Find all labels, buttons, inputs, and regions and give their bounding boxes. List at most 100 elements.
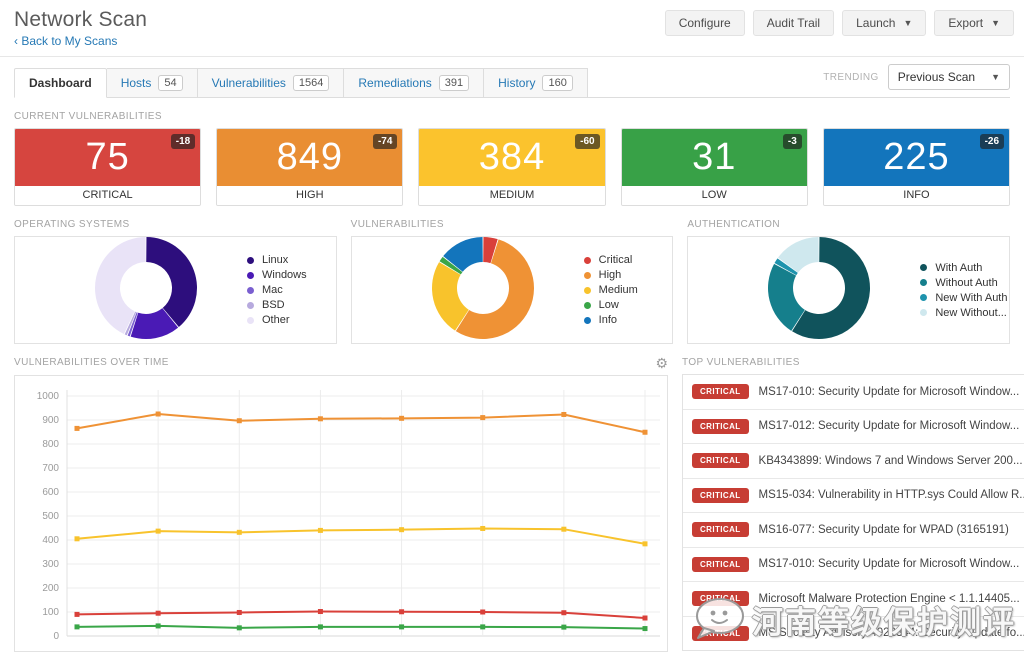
severity-card-delta-badge: -60 <box>575 134 600 149</box>
severity-card-top: 225 -26 <box>823 129 1010 186</box>
vulnerabilities-donut-chart <box>431 236 534 339</box>
configure-button[interactable]: Configure <box>664 10 745 36</box>
severity-card-critical[interactable]: 75 -18 CRITICAL <box>14 128 202 206</box>
legend-item-mac: Mac <box>247 283 307 298</box>
legend-label: Info <box>598 314 618 326</box>
top-vulnerability-row[interactable]: CRITICAL MS17-010: Security Update for Mi… <box>683 375 1024 410</box>
chevron-down-icon: ▼ <box>903 18 913 28</box>
legend-item-linux: Linux <box>247 253 307 268</box>
launch-button[interactable]: Launch ▼ <box>842 10 927 36</box>
svg-text:1000: 1000 <box>37 391 60 402</box>
severity-card-medium[interactable]: 384 -60 MEDIUM <box>418 128 606 206</box>
vulnerabilities-panel: Critical High Medium Low Info <box>350 236 674 344</box>
top-vulnerability-row[interactable]: CRITICAL MS Security Advisory 4022344: Se… <box>683 617 1024 651</box>
svg-text:500: 500 <box>42 511 59 522</box>
legend-item-new-with-auth: New With Auth <box>920 290 1007 305</box>
operating-systems-title: OPERATING SYSTEMS <box>14 219 130 230</box>
severity-card-delta-badge: -3 <box>782 134 802 149</box>
severity-badge: CRITICAL <box>692 522 749 538</box>
tab-vulnerabilities[interactable]: Vulnerabilities 1564 <box>197 68 345 98</box>
severity-cards: 75 -18 CRITICAL 849 -74 HIGH 384 -60 MEDIUM 31 -3 L… <box>14 128 1011 206</box>
tab-dashboard[interactable]: Dashboard <box>14 68 107 98</box>
with-auth-dot-icon <box>920 264 928 271</box>
legend-label: Without Auth <box>935 276 998 289</box>
severity-card-label: HIGH <box>217 186 403 205</box>
authentication-panel: With Auth Without Auth New With Auth New Wi… <box>687 236 1011 344</box>
gear-icon[interactable]: ⚙ <box>655 356 668 370</box>
vulnerability-title: MS16-077: Security Update for WPAD (3165… <box>758 523 1009 536</box>
top-vulnerability-row[interactable]: CRITICAL MS16-077: Security Update for WP… <box>683 513 1024 548</box>
severity-card-label: CRITICAL <box>15 186 201 205</box>
vulnerability-title: MS17-010: Security Update for Microsoft … <box>758 558 1020 571</box>
tab-bar: Dashboard Hosts 54 Vulnerabilities 1564 Remed… <box>14 64 1010 98</box>
top-vulnerabilities-list: CRITICAL MS17-010: Security Update for Mi… <box>682 374 1024 651</box>
legend-label: Linux <box>262 254 289 266</box>
legend-item-low: Low <box>583 298 638 313</box>
launch-button-label: Launch <box>856 16 896 30</box>
audit-trail-button-label: Audit Trail <box>766 16 821 30</box>
legend-item-windows: Windows <box>247 268 307 283</box>
tab-label: Hosts <box>120 76 152 90</box>
legend-item-medium: Medium <box>583 283 638 298</box>
vulnerability-title: MS17-010: Security Update for Microsoft … <box>758 385 1020 398</box>
tab-count-badge: 54 <box>158 75 183 91</box>
top-vulnerability-row[interactable]: CRITICAL MS17-012: Security Update for Mi… <box>683 410 1024 444</box>
tab-label: Dashboard <box>29 76 92 90</box>
severity-card-top: 384 -60 <box>419 129 605 186</box>
audit-trail-button[interactable]: Audit Trail <box>752 10 835 36</box>
legend-label: High <box>598 269 622 281</box>
severity-badge: CRITICAL <box>692 625 749 641</box>
severity-card-low[interactable]: 31 -3 LOW <box>620 128 808 206</box>
vulnerability-title: MS Security Advisory 4022344: Security U… <box>758 627 1024 640</box>
severity-card-high[interactable]: 849 -74 HIGH <box>216 128 404 206</box>
svg-text:300: 300 <box>42 559 59 570</box>
legend-item-without-auth: Without Auth <box>920 275 1007 290</box>
tab-label: History <box>498 76 536 90</box>
tab-count-badge: 1564 <box>292 75 330 91</box>
medium-dot-icon <box>583 286 591 294</box>
svg-text:600: 600 <box>42 487 59 498</box>
legend-item-info: Info <box>583 313 638 328</box>
back-to-my-scans-link[interactable]: ‹ Back to My Scans <box>14 34 117 48</box>
tab-count-badge: 160 <box>542 75 573 91</box>
windows-dot-icon <box>247 271 254 279</box>
tab-hosts[interactable]: Hosts 54 <box>106 68 198 98</box>
top-vulnerability-row[interactable]: CRITICAL Microsoft Malware Protection Eng… <box>683 582 1024 617</box>
tab-label: Remediations <box>358 76 432 90</box>
page-header: Network Scan ‹ Back to My Scans Configur… <box>0 0 1024 57</box>
vulnerabilities-over-time-panel: 0 100 200 300 400 500 600 700 800 900 1000 <box>14 375 668 652</box>
top-vulnerabilities-title: TOP VULNERABILITIES <box>682 357 800 368</box>
severity-card-delta-badge: -18 <box>170 134 196 149</box>
vulnerability-title: MS15-034: Vulnerability in HTTP.sys Coul… <box>758 489 1024 502</box>
tab-history[interactable]: History 160 <box>484 68 588 98</box>
new-without-dot-icon <box>920 309 928 316</box>
authentication-donut-chart <box>768 236 871 339</box>
severity-badge: CRITICAL <box>692 418 749 434</box>
operating-systems-legend: Linux Windows Mac BSD Other <box>247 253 307 328</box>
legend-label: With Auth <box>935 261 983 274</box>
top-vulnerability-row[interactable]: CRITICAL MS15-034: Vulnerability in HTTP.… <box>683 479 1024 513</box>
export-button[interactable]: Export ▼ <box>934 10 1014 36</box>
vulnerabilities-donut-title: VULNERABILITIES <box>350 219 444 230</box>
chevron-down-icon: ▼ <box>991 18 1000 28</box>
tab-label: Vulnerabilities <box>211 76 286 90</box>
svg-text:100: 100 <box>42 607 59 618</box>
tab-count-badge: 391 <box>438 75 470 91</box>
top-vulnerability-row[interactable]: CRITICAL KB4343899: Windows 7 and Windows… <box>683 444 1024 479</box>
severity-card-info[interactable]: 225 -26 INFO <box>822 128 1011 206</box>
severity-card-label: MEDIUM <box>419 186 605 205</box>
severity-card-value: 75 <box>85 136 130 178</box>
legend-label: Mac <box>262 284 283 296</box>
legend-label: Other <box>262 314 290 326</box>
severity-card-delta-badge: -26 <box>979 134 1005 149</box>
top-vulnerability-row[interactable]: CRITICAL MS17-010: Security Update for Mi… <box>683 548 1024 582</box>
trending-select[interactable]: Previous Scan ▼ <box>887 64 1010 90</box>
vulnerability-title: KB4343899: Windows 7 and Windows Server … <box>758 454 1023 467</box>
authentication-legend: With Auth Without Auth New With Auth New Wi… <box>920 260 1007 320</box>
severity-card-label: LOW <box>621 186 807 205</box>
legend-label: New With Auth <box>935 291 1008 304</box>
operating-systems-panel: Linux Windows Mac BSD Other <box>14 236 337 344</box>
legend-label: BSD <box>262 299 285 311</box>
configure-button-label: Configure <box>678 16 731 30</box>
tab-remediations[interactable]: Remediations 391 <box>344 68 485 98</box>
